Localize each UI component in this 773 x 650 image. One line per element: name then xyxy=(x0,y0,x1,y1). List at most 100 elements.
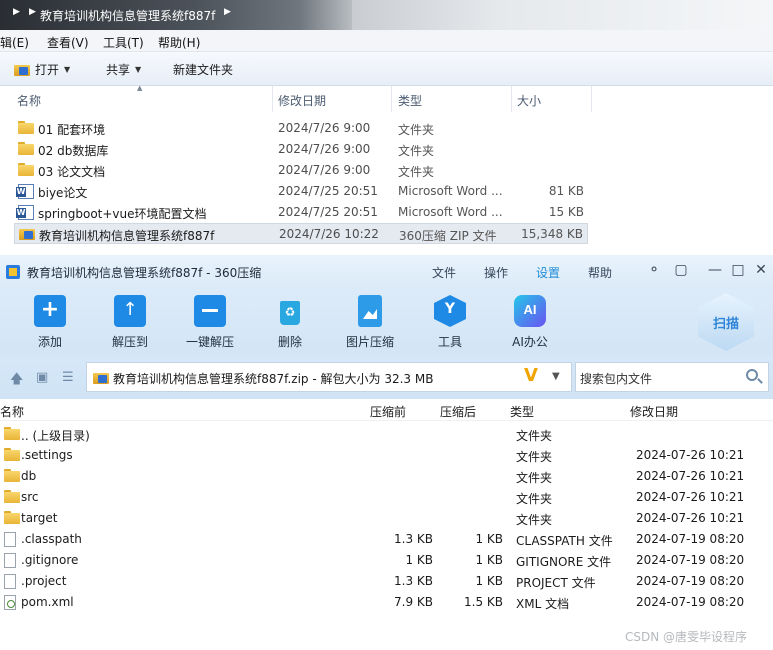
file-size: 15,348 KB xyxy=(521,227,583,241)
file-type: Microsoft Word ... xyxy=(398,184,503,198)
file-original-size: 7.9 KB xyxy=(394,595,433,609)
menu-file[interactable]: 文件 xyxy=(432,264,456,281)
column-size[interactable]: 大小 xyxy=(517,92,541,109)
close-icon[interactable]: ✕ xyxy=(752,262,770,278)
extract-to-icon xyxy=(114,295,146,327)
column-divider[interactable] xyxy=(591,86,592,112)
file-type: XML 文档 xyxy=(516,597,570,611)
file-original-size: 1 KB xyxy=(405,553,433,567)
zip-file-row[interactable]: .project 1.3 KB 1 KB PROJECT 文件 2024-07-19 0… xyxy=(0,571,773,592)
file-row[interactable]: 教育培训机构信息管理系统f887f 2024/7/26 10:22 360压缩 ZI… xyxy=(14,223,588,244)
menu-edit[interactable]: 辑(E) xyxy=(0,34,29,51)
column-type[interactable]: 类型 xyxy=(398,92,422,109)
share-button[interactable]: 共享 ▼ xyxy=(106,61,141,78)
column-name[interactable]: 名称 xyxy=(17,92,41,109)
v-logo-icon[interactable]: V xyxy=(524,365,542,389)
folder-icon xyxy=(4,511,20,525)
file-name: .project xyxy=(21,574,67,588)
address-bar[interactable]: ▶ ▶ 教育培训机构信息管理系统f887f ▶ xyxy=(0,0,773,30)
file-modified: 2024/7/26 9:00 xyxy=(278,121,371,135)
add-button[interactable]: 添加 xyxy=(15,295,85,350)
column-divider[interactable] xyxy=(391,86,392,112)
zip-file-row[interactable]: .settings 文件夹 2024-07-26 10:21 xyxy=(0,445,773,466)
chevron-right-icon[interactable]: ▶ xyxy=(13,7,20,17)
open-icon xyxy=(14,63,30,77)
zip-toolbar: 添加 解压到 一键解压 删除 图片压缩 工具 AI办公 xyxy=(0,289,773,355)
file-name: 02 db数据库 xyxy=(38,144,109,158)
search-icon[interactable] xyxy=(746,369,758,381)
image-compress-button[interactable]: 图片压缩 xyxy=(335,295,405,350)
chevron-down-icon[interactable]: ▼ xyxy=(552,371,560,382)
file-row[interactable]: springboot+vue环境配置文档 2024/7/25 20:51 Micro… xyxy=(14,202,588,223)
menu-operation[interactable]: 操作 xyxy=(484,264,508,281)
file-row[interactable]: 02 db数据库 2024/7/26 9:00 文件夹 xyxy=(14,139,588,160)
file-name: 01 配套环境 xyxy=(38,123,106,137)
window-title: 教育培训机构信息管理系统f887f - 360压缩 xyxy=(27,266,262,280)
file-icon xyxy=(4,553,16,568)
chevron-right-icon[interactable]: ▶ xyxy=(29,7,36,17)
column-original-size[interactable]: 压缩前 xyxy=(370,403,406,420)
view-list-icon[interactable]: ☰ xyxy=(62,370,74,385)
up-arrow-icon[interactable]: 🡅 xyxy=(10,370,23,392)
extract-to-button[interactable]: 解压到 xyxy=(95,295,165,350)
add-icon xyxy=(34,295,66,327)
menu-help[interactable]: 帮助 xyxy=(588,264,612,281)
one-click-extract-button[interactable]: 一键解压 xyxy=(175,295,245,350)
sort-up-icon: ▲ xyxy=(137,84,143,92)
new-folder-button[interactable]: 新建文件夹 xyxy=(173,61,233,78)
open-button[interactable]: 打开 ▼ xyxy=(14,61,70,78)
chevron-down-icon: ▼ xyxy=(135,65,142,74)
file-type: Microsoft Word ... xyxy=(398,205,503,219)
breadcrumb[interactable]: 教育培训机构信息管理系统f887f xyxy=(40,7,215,24)
ai-office-button[interactable]: AI办公 xyxy=(495,295,565,350)
search-box[interactable]: 搜索包内文件 xyxy=(575,362,769,392)
tools-button[interactable]: 工具 xyxy=(415,295,485,350)
file-modified: 2024-07-26 10:21 xyxy=(636,511,745,525)
column-compressed-size[interactable]: 压缩后 xyxy=(440,403,476,420)
file-original-size: 1.3 KB xyxy=(394,574,433,588)
chevron-right-icon[interactable]: ▶ xyxy=(224,7,231,17)
folder-icon xyxy=(18,163,34,178)
explorer-column-header: 名称 修改日期 类型 大小 xyxy=(0,86,600,112)
file-modified: 2024-07-26 10:21 xyxy=(636,448,745,462)
file-row[interactable]: 01 配套环境 2024/7/26 9:00 文件夹 xyxy=(14,118,588,139)
zip-file-row[interactable]: db 文件夹 2024-07-26 10:21 xyxy=(0,466,773,487)
zip-file-row[interactable]: target 文件夹 2024-07-26 10:21 xyxy=(0,508,773,529)
zip-column-header: 名称 压缩前 压缩后 类型 修改日期 xyxy=(0,399,773,421)
delete-button[interactable]: 删除 xyxy=(255,295,325,350)
skin-icon[interactable]: ⚬ xyxy=(645,262,663,278)
word-icon xyxy=(16,184,34,199)
column-divider[interactable] xyxy=(511,86,512,112)
file-row[interactable]: biye论文 2024/7/25 20:51 Microsoft Word ... 8… xyxy=(14,181,588,202)
menu-help[interactable]: 帮助(H) xyxy=(158,34,200,51)
zip-file-row[interactable]: .. (上级目录) 文件夹 xyxy=(0,424,773,445)
column-name[interactable]: 名称 xyxy=(0,403,24,420)
new-folder-label: 新建文件夹 xyxy=(173,63,234,77)
minimize-icon[interactable]: — xyxy=(706,262,724,278)
menu-tools[interactable]: 工具(T) xyxy=(103,34,144,51)
column-divider[interactable] xyxy=(272,86,273,112)
zip-file-row[interactable]: src 文件夹 2024-07-26 10:21 xyxy=(0,487,773,508)
column-modified[interactable]: 修改日期 xyxy=(630,403,678,420)
file-modified: 2024-07-26 10:21 xyxy=(636,469,745,483)
column-modified[interactable]: 修改日期 xyxy=(278,92,326,109)
zip-file-row[interactable]: .classpath 1.3 KB 1 KB CLASSPATH 文件 2024-07-… xyxy=(0,529,773,550)
open-label: 打开 xyxy=(35,63,60,77)
file-type: GITIGNORE 文件 xyxy=(516,555,612,569)
view-thumbnail-icon[interactable]: ▣ xyxy=(36,370,48,385)
column-type[interactable]: 类型 xyxy=(510,403,534,420)
file-icon xyxy=(4,532,16,547)
menu-view[interactable]: 查看(V) xyxy=(47,34,89,51)
chevron-down-icon: ▼ xyxy=(64,65,71,74)
file-type: CLASSPATH 文件 xyxy=(516,534,613,548)
zip-file-row[interactable]: .gitignore 1 KB 1 KB GITIGNORE 文件 2024-07-19… xyxy=(0,550,773,571)
menu-settings[interactable]: 设置 xyxy=(536,264,560,281)
file-name: 03 论文文档 xyxy=(38,165,106,179)
file-row[interactable]: 03 论文文档 2024/7/26 9:00 文件夹 xyxy=(14,160,588,181)
path-text: 教育培训机构信息管理系统f887f.zip - 解包大小为 32.3 MB xyxy=(113,372,434,386)
one-click-extract-icon xyxy=(194,295,226,327)
path-box[interactable]: 教育培训机构信息管理系统f887f.zip - 解包大小为 32.3 MB V … xyxy=(86,362,572,392)
zip-file-row[interactable]: pom.xml 7.9 KB 1.5 KB XML 文档 2024-07-19 08:2… xyxy=(0,592,773,613)
maximize-icon[interactable]: □ xyxy=(729,262,747,278)
feedback-icon[interactable]: ▢ xyxy=(672,262,690,278)
